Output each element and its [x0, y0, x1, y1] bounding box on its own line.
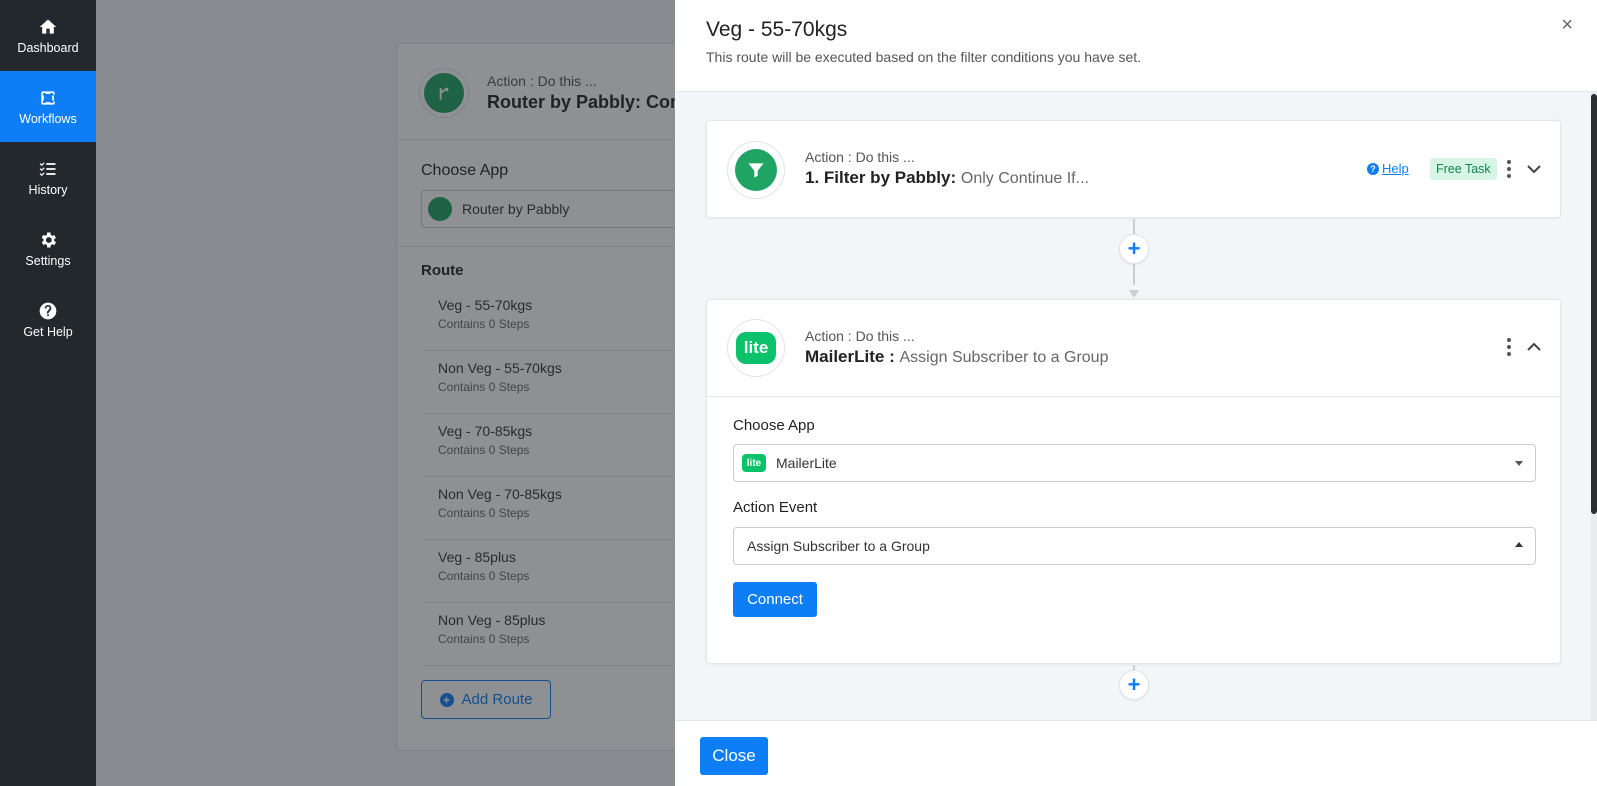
filter-step-app: 1. Filter by Pabbly: — [805, 168, 957, 187]
gear-icon — [41, 232, 56, 247]
add-step-button[interactable]: + — [1119, 234, 1149, 264]
mailerlite-step-title: MailerLite : Assign Subscriber to a Grou… — [805, 347, 1108, 367]
choose-app-label: Choose App — [733, 417, 815, 434]
mailerlite-step-app: MailerLite : — [805, 347, 895, 366]
app-root: Dashboard Workflows History Settings Get… — [0, 0, 1597, 786]
filter-step-desc: Only Continue If... — [960, 170, 1089, 187]
modal-footer: Close — [675, 720, 1597, 786]
sidebar-item-label: Dashboard — [17, 40, 79, 55]
mailerlite-app-icon: lite — [727, 319, 785, 377]
mailerlite-step-desc: Assign Subscriber to a Group — [899, 349, 1109, 366]
home-icon — [39, 19, 57, 34]
choose-app-select[interactable]: lite MailerLite — [733, 444, 1536, 482]
action-event-label: Action Event — [733, 499, 818, 516]
mailerlite-icon: lite — [736, 332, 776, 364]
filter-step-card[interactable]: Action : Do this ... 1. Filter by Pabbly… — [706, 120, 1561, 218]
close-icon[interactable]: × — [1561, 14, 1573, 37]
modal-title: Veg - 55-70kgs — [706, 18, 848, 41]
mailerlite-mini-icon: lite — [742, 454, 766, 472]
sidebar-item-label: Workflows — [19, 111, 77, 126]
filter-icon — [735, 149, 777, 191]
sidebar-item-dashboard[interactable]: Dashboard — [0, 0, 96, 71]
sidebar-item-workflows[interactable]: Workflows — [0, 71, 96, 142]
sidebar-item-label: Get Help — [23, 324, 73, 339]
mailerlite-step-card: lite Action : Do this ... MailerLite : A… — [706, 299, 1561, 664]
route-modal: Veg - 55-70kgs This route will be execut… — [675, 0, 1597, 786]
sidebar-item-get-help[interactable]: Get Help — [0, 284, 96, 355]
modal-body: Action : Do this ... 1. Filter by Pabbly… — [675, 92, 1597, 720]
workflow-icon — [41, 90, 55, 105]
question-icon: ? — [1367, 162, 1379, 175]
mailerlite-step-subtitle: Action : Do this ... — [805, 328, 915, 344]
caret-up-icon — [1515, 542, 1523, 547]
chevron-down-icon[interactable] — [1526, 161, 1542, 177]
scrollbar-thumb[interactable] — [1591, 94, 1597, 514]
divider — [707, 396, 1560, 397]
sidebar: Dashboard Workflows History Settings Get… — [0, 0, 96, 786]
question-circle-icon — [39, 302, 57, 319]
list-check-icon — [39, 161, 56, 176]
sidebar-item-label: Settings — [25, 253, 71, 268]
scrollbar[interactable] — [1591, 92, 1597, 720]
action-event-value: Assign Subscriber to a Group — [747, 538, 930, 554]
connector-arrow — [1129, 290, 1139, 298]
kebab-menu-icon[interactable] — [1504, 338, 1514, 356]
close-button[interactable]: Close — [700, 737, 768, 775]
caret-down-icon — [1515, 461, 1523, 466]
filter-app-icon — [727, 141, 785, 199]
filter-step-title: 1. Filter by Pabbly: Only Continue If... — [805, 168, 1089, 188]
connect-button[interactable]: Connect — [733, 582, 817, 617]
filter-step-subtitle: Action : Do this ... — [805, 149, 915, 165]
modal-subtitle: This route will be executed based on the… — [706, 49, 1142, 65]
action-event-select[interactable]: Assign Subscriber to a Group — [733, 527, 1536, 565]
sidebar-item-settings[interactable]: Settings — [0, 213, 96, 284]
free-task-badge: Free Task — [1430, 158, 1497, 180]
help-link[interactable]: ? Help — [1367, 161, 1409, 176]
sidebar-item-label: History — [28, 182, 68, 197]
help-label: Help — [1382, 161, 1409, 176]
sidebar-item-history[interactable]: History — [0, 142, 96, 213]
chevron-up-icon[interactable] — [1526, 339, 1542, 355]
add-step-button[interactable]: + — [1119, 670, 1149, 700]
modal-header: Veg - 55-70kgs This route will be execut… — [675, 0, 1597, 92]
choose-app-value: MailerLite — [776, 455, 837, 471]
kebab-menu-icon[interactable] — [1504, 160, 1514, 178]
